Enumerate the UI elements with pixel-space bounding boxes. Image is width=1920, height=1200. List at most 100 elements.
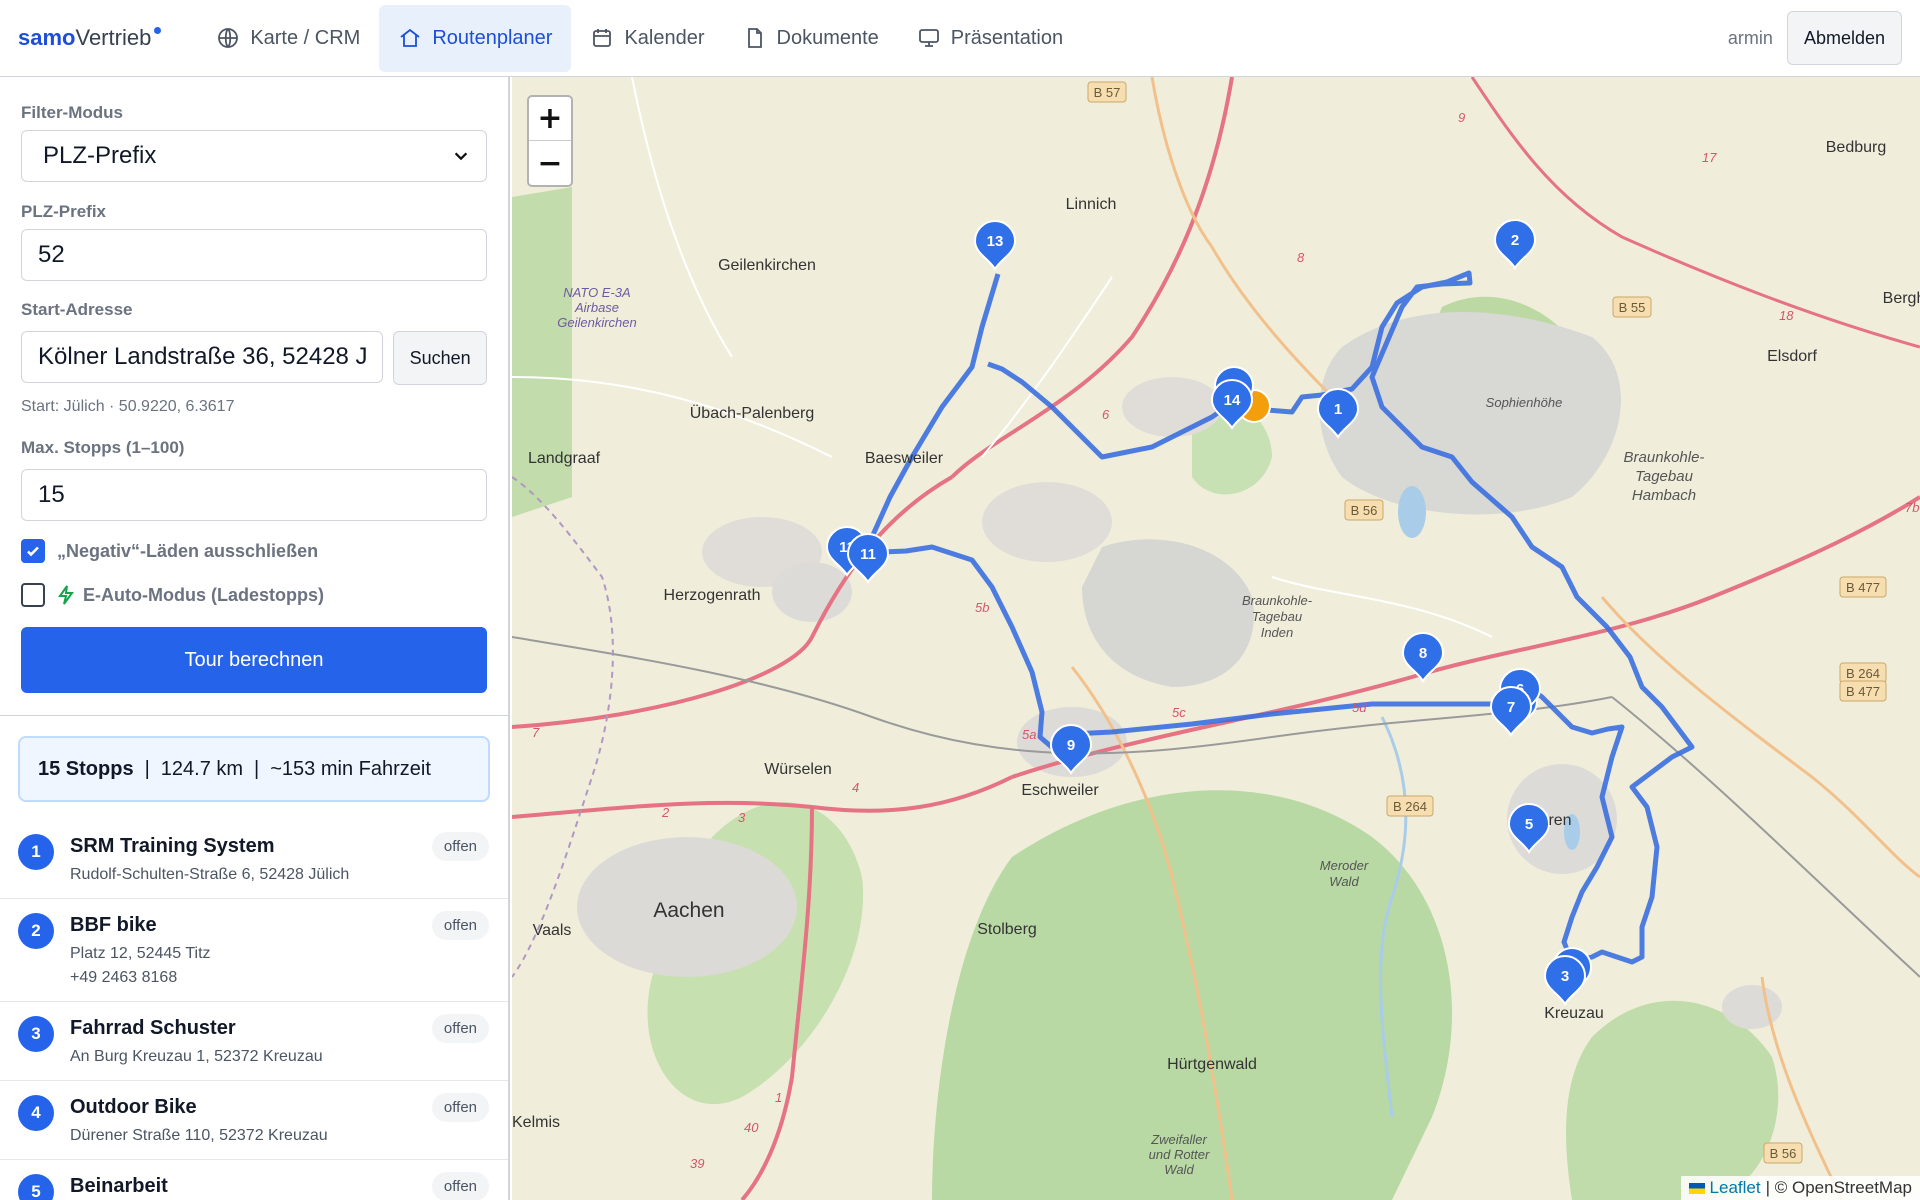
nav-item-praesentation[interactable]: Präsentation xyxy=(898,5,1082,72)
top-navigation-bar: samo Vertrieb Karte / CRM Routenplaner Ka… xyxy=(0,0,1920,77)
map-stop-marker[interactable]: 9 xyxy=(1049,724,1093,775)
calendar-icon xyxy=(593,29,612,47)
stop-name: Fahrrad Schuster xyxy=(70,1017,236,1039)
map-stop-marker[interactable]: 13 xyxy=(973,220,1017,271)
stop-number: 1 xyxy=(18,834,54,870)
route-line xyxy=(869,270,1695,965)
stop-name: Beinarbeit xyxy=(70,1175,168,1197)
marker-label: 13 xyxy=(987,233,1004,250)
exclude-negative-label: „Negativ“-Läden ausschließen xyxy=(57,540,319,561)
map-attribution: Leaflet | © OpenStreetMap xyxy=(1680,1176,1920,1200)
stop-address: Platz 12, 52445 Titz xyxy=(70,945,211,962)
map-stop-marker[interactable]: 8 xyxy=(1401,632,1445,683)
map-stop-marker[interactable]: 2 xyxy=(1493,219,1537,270)
nav-item-karte-crm[interactable]: Karte / CRM xyxy=(197,5,379,72)
marker-label: 7 xyxy=(1507,699,1515,716)
filter-mode-select[interactable]: PLZ-Prefix xyxy=(21,130,487,182)
stop-list-item[interactable]: 4 Outdoor Bike Dürener Straße 110, 52372… xyxy=(0,1081,508,1160)
plz-prefix-input[interactable]: 52 xyxy=(21,229,487,281)
start-address-input[interactable]: Kölner Landstraße 36, 52428 J xyxy=(21,331,384,383)
zoom-out-button[interactable]: − xyxy=(529,141,571,185)
marker-label: 5 xyxy=(1525,816,1533,833)
map-stop-marker[interactable]: 7 xyxy=(1489,686,1533,737)
status-badge: offen xyxy=(431,832,489,861)
zoom-in-button[interactable]: + xyxy=(529,97,571,141)
stop-name: BBF bike xyxy=(70,914,157,936)
nav-item-routenplaner[interactable]: Routenplaner xyxy=(379,4,572,72)
nav-item-dokumente[interactable]: Dokumente xyxy=(724,5,898,72)
lightning-icon xyxy=(58,585,74,605)
stop-name: SRM Training System xyxy=(70,835,275,857)
attribution-text: | © OpenStreetMap xyxy=(1765,1178,1912,1197)
map-stop-marker[interactable]: 5 xyxy=(1507,803,1551,854)
logo-text: Vertrieb xyxy=(75,25,152,50)
stop-list-item[interactable]: 3 Fahrrad Schuster An Burg Kreuzau 1, 52… xyxy=(0,1002,508,1081)
globe-icon xyxy=(218,28,239,48)
ev-mode-checkbox[interactable] xyxy=(21,583,45,607)
stop-number: 4 xyxy=(18,1095,54,1131)
summary-stops: 15 Stopps xyxy=(38,757,134,780)
route-layer: 1321411111867953 xyxy=(825,219,1695,1006)
nav-label: Karte / CRM xyxy=(250,26,361,49)
route-form: Filter-Modus PLZ-Prefix PLZ-Prefix 52 St… xyxy=(0,103,508,693)
logout-button[interactable]: Abmelden xyxy=(1786,11,1902,65)
tour-summary: 15 Stopps | 124.7 km | ~153 min Fahrzeit xyxy=(18,736,490,802)
marker-label: 9 xyxy=(1067,737,1075,754)
document-icon xyxy=(747,28,762,48)
max-stops-input[interactable]: 15 xyxy=(21,469,487,521)
search-button[interactable]: Suchen xyxy=(393,331,487,385)
marker-label: 8 xyxy=(1419,645,1427,662)
start-coordinates-hint: Start: Jülich · 50.9220, 6.3617 xyxy=(21,398,235,415)
zoom-control: + − xyxy=(527,95,573,187)
route-planner-sidebar: Filter-Modus PLZ-Prefix PLZ-Prefix 52 St… xyxy=(0,77,510,1200)
map-stop-marker[interactable]: 11 xyxy=(846,533,890,584)
sidebar-divider xyxy=(0,715,508,716)
map-stop-marker[interactable]: 1 xyxy=(1316,388,1360,439)
summary-separator: | xyxy=(254,757,260,780)
ukraine-flag-icon xyxy=(1688,1182,1705,1194)
stop-name: Outdoor Bike xyxy=(70,1096,197,1118)
stop-number: 2 xyxy=(18,913,54,949)
stop-address: An Burg Kreuzau 1, 52372 Kreuzau xyxy=(70,1048,323,1065)
status-badge: offen xyxy=(431,1014,489,1043)
checkmark-icon xyxy=(27,546,39,557)
stop-list-item[interactable]: 2 BBF bike Platz 12, 52445 Titz +49 2463… xyxy=(0,899,508,1002)
app-logo[interactable]: samo Vertrieb xyxy=(18,25,162,51)
nav-label: Kalender xyxy=(624,26,705,49)
status-badge: offen xyxy=(431,1093,489,1122)
marker-label: 14 xyxy=(1224,392,1241,409)
map-stop-marker[interactable]: 3 xyxy=(1543,955,1587,1006)
marker-label: 11 xyxy=(860,546,876,563)
stop-list-item[interactable]: 5 Beinarbeit offen xyxy=(0,1160,508,1200)
stop-address: Rudolf-Schulten-Straße 6, 52428 Jülich xyxy=(70,866,350,883)
stop-number: 3 xyxy=(18,1016,54,1052)
exclude-negative-row[interactable]: „Negativ“-Läden ausschließen xyxy=(21,539,487,563)
max-stops-label: Max. Stopps (1–100) xyxy=(21,438,185,457)
nav-label: Dokumente xyxy=(776,26,879,49)
summary-distance: 124.7 km xyxy=(160,757,244,780)
ev-mode-label: E-Auto-Modus (Ladestopps) xyxy=(83,584,324,605)
marker-label: 3 xyxy=(1561,968,1569,985)
leaflet-link[interactable]: Leaflet xyxy=(1710,1178,1761,1198)
main-nav: Karte / CRM Routenplaner Kalender Dokume… xyxy=(197,0,1082,76)
ev-mode-row[interactable]: E-Auto-Modus (Ladestopps) xyxy=(21,583,487,607)
route-map[interactable]: 1321411111867953 Linnich Geilenkirchen N… xyxy=(512,77,1920,1200)
marker-label: 2 xyxy=(1511,232,1519,249)
status-badge: offen xyxy=(431,1172,489,1200)
stop-list-item[interactable]: 1 SRM Training System Rudolf-Schulten-St… xyxy=(0,820,508,899)
stop-address: Dürener Straße 110, 52372 Kreuzau xyxy=(70,1127,328,1144)
plz-prefix-label: PLZ-Prefix xyxy=(21,202,107,221)
home-icon xyxy=(400,28,420,47)
filter-mode-value: PLZ-Prefix xyxy=(43,142,157,169)
stop-number: 5 xyxy=(18,1174,54,1200)
calculate-tour-button[interactable]: Tour berechnen xyxy=(21,627,487,693)
user-name: armin xyxy=(1727,27,1773,48)
exclude-negative-checkbox[interactable] xyxy=(21,539,45,563)
nav-item-kalender[interactable]: Kalender xyxy=(571,5,723,72)
summary-time: ~153 min Fahrzeit xyxy=(270,757,431,780)
logo-dot xyxy=(154,27,162,34)
stop-list: 1 SRM Training System Rudolf-Schulten-St… xyxy=(0,820,508,1200)
summary-separator: | xyxy=(144,757,150,780)
status-badge: offen xyxy=(431,911,489,940)
monitor-icon xyxy=(918,29,939,47)
